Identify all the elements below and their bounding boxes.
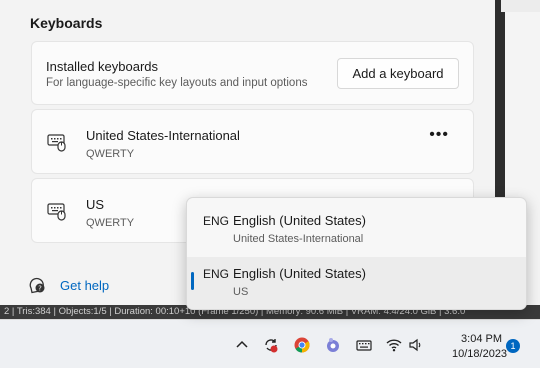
chrome-icon[interactable] [294, 337, 310, 353]
language-name: English (United States) [233, 213, 366, 228]
language-option[interactable]: ENG English (United States) United State… [187, 204, 526, 256]
keyboard-icon [47, 203, 66, 221]
clock-time: 3:04 PM [461, 333, 502, 345]
app-icon[interactable] [325, 337, 341, 353]
input-language-flyout: ENG English (United States) United State… [186, 197, 527, 310]
selection-indicator [191, 272, 194, 290]
keyboard-icon [47, 134, 66, 152]
keyboard-item[interactable]: United States-International QWERTY ••• [31, 109, 474, 174]
wifi-icon[interactable] [386, 337, 402, 353]
keyboard-name: US [86, 197, 105, 212]
keyboard-layout: QWERTY [86, 148, 135, 160]
section-title: Keyboards [30, 15, 103, 31]
get-help-link[interactable]: Get help [60, 278, 109, 293]
sync-alert-icon[interactable] [263, 337, 279, 353]
chevron-up-icon[interactable] [234, 337, 250, 353]
language-code: ENG [203, 267, 230, 281]
keyboard-name: United States-International [86, 128, 240, 143]
taskbar: 3:04 PM 10/18/2023 1 [0, 319, 540, 368]
installed-keyboards-card: Installed keyboards For language-specifi… [31, 41, 474, 105]
volume-icon[interactable] [408, 337, 424, 353]
more-options-button[interactable]: ••• [429, 126, 449, 144]
language-keyboard: US [233, 286, 249, 298]
edge-strip-top [501, 0, 540, 12]
installed-keyboards-title: Installed keyboards [46, 59, 159, 74]
taskbar-clock[interactable]: 3:04 PM 10/18/2023 [452, 332, 508, 362]
clock-date: 10/18/2023 [452, 348, 508, 360]
help-icon: ? [29, 277, 45, 294]
keyboard-icon[interactable] [356, 337, 372, 353]
keyboard-layout: QWERTY [86, 217, 135, 229]
svg-text:?: ? [38, 285, 42, 293]
language-keyboard: United States-International [233, 233, 364, 245]
get-help-row[interactable]: ? Get help [28, 276, 109, 294]
language-code: ENG [203, 214, 230, 228]
installed-keyboards-subtitle: For language-specific key layouts and in… [46, 77, 308, 89]
add-keyboard-button[interactable]: Add a keyboard [337, 58, 459, 89]
language-name: English (United States) [233, 266, 366, 281]
language-option-selected[interactable]: ENG English (United States) US [187, 257, 526, 309]
notification-badge[interactable]: 1 [506, 339, 520, 353]
